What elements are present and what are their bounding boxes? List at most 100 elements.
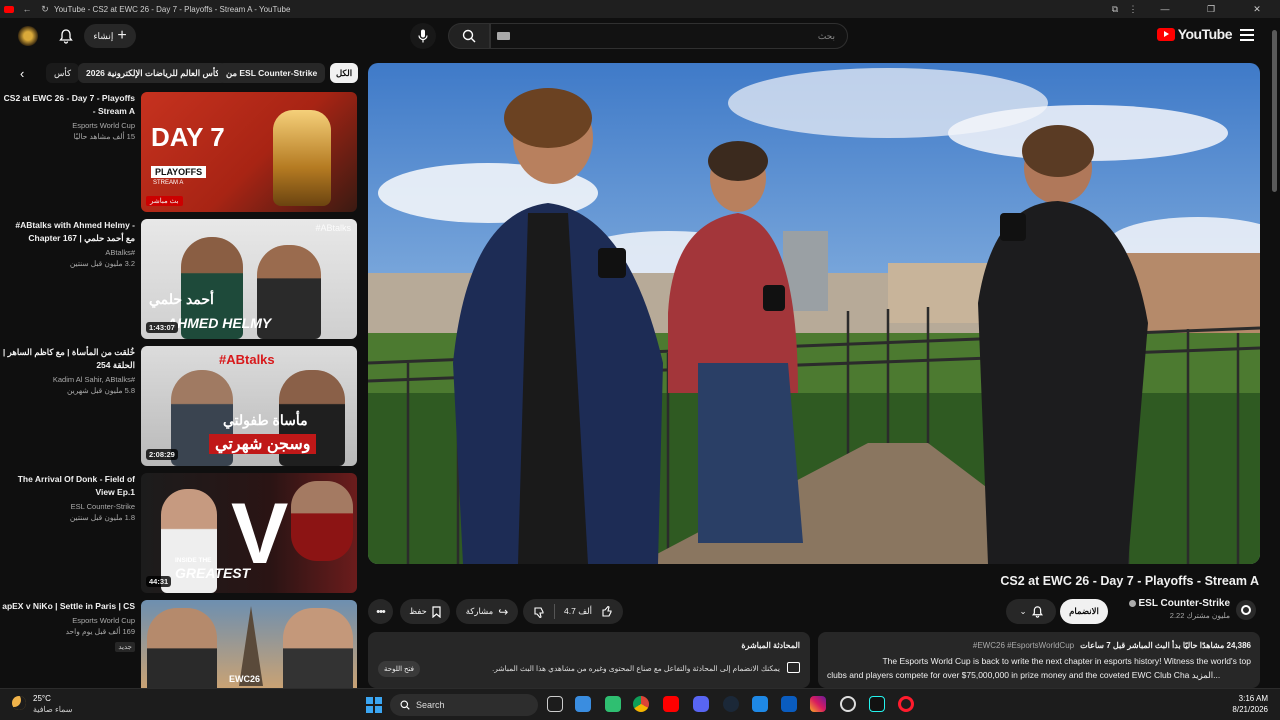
channel-name[interactable]: ABtalks# xyxy=(1,248,135,257)
chip-all[interactable]: الكل xyxy=(330,63,359,83)
reload-icon[interactable]: ↻ xyxy=(36,4,54,15)
close-button[interactable]: ✕ xyxy=(1234,4,1280,15)
duration-badge: 2:08:29 xyxy=(146,449,178,460)
video-title[interactable]: #ABtalks with Ahmed Helmy - Chapter 167 … xyxy=(1,219,135,245)
create-button[interactable]: إنشاء + xyxy=(84,24,136,48)
person-left xyxy=(147,608,217,688)
open-panel-label: فتح اللوحة xyxy=(384,666,415,673)
task-view-icon[interactable] xyxy=(547,696,563,712)
back-icon[interactable]: ← xyxy=(18,4,36,14)
tiktok-icon[interactable] xyxy=(869,696,885,712)
search-input[interactable]: بحث xyxy=(490,23,848,49)
chip-prev-button[interactable]: ‹ xyxy=(20,66,24,81)
chip-ewc[interactable]: كأس العالم للرياضات الإلكترونية 2026 xyxy=(78,63,228,83)
channel-name[interactable]: Kadim Al Sahir, ABtalks# xyxy=(1,375,135,384)
video-title-main: CS2 at EWC 26 - Day 7 - Playoffs - Strea… xyxy=(1000,574,1259,588)
live-chat-title: المحادثة المباشرة xyxy=(741,641,800,650)
like-icon[interactable] xyxy=(601,605,613,618)
logo-text: YouTube xyxy=(1177,26,1233,42)
more-actions-button[interactable]: ••• xyxy=(368,599,393,624)
create-label: إنشاء xyxy=(93,30,114,41)
list-item[interactable]: خُلقت من المأساة | مع كاظم الساهر | الحل… xyxy=(0,346,360,466)
guide-menu-button[interactable] xyxy=(1240,29,1254,41)
list-item[interactable]: The Arrival Of Donk - Field of View Ep.1… xyxy=(0,473,360,593)
search-button[interactable] xyxy=(448,23,490,49)
notifications-button[interactable] xyxy=(56,26,76,46)
person-right xyxy=(283,608,353,688)
menu-icon[interactable]: ⋮ xyxy=(1124,4,1142,15)
app-green-icon[interactable] xyxy=(605,696,621,712)
youtube-app-icon[interactable] xyxy=(663,696,679,712)
video-title[interactable]: apEX v NiKo | Settle in Paris | CS xyxy=(1,600,135,613)
taskbar-search-box[interactable]: Search xyxy=(390,694,538,716)
keyboard-icon[interactable] xyxy=(497,32,510,40)
view-count: 15 ألف مشاهد حاليًا xyxy=(73,132,135,141)
maximize-button[interactable]: ❐ xyxy=(1188,4,1234,15)
video-thumbnail[interactable]: #ABtalks مأساة طفولتي وسجن شهرتي 2:08:29 xyxy=(141,346,357,466)
channel-name[interactable]: ESL Counter-Strike xyxy=(1,502,135,511)
youtube-logo[interactable]: YouTube xyxy=(1156,26,1233,42)
discord-icon[interactable] xyxy=(693,696,709,712)
chip-partial[interactable]: كأس xyxy=(46,63,80,83)
channel-name[interactable]: ESL Counter-Strike xyxy=(1128,598,1230,609)
channel-avatar[interactable] xyxy=(1236,600,1256,620)
open-panel-button[interactable]: فتح اللوحة xyxy=(378,661,421,677)
thumb-text: AHMED HELMY xyxy=(167,315,272,331)
clock-time[interactable]: 3:16 AM xyxy=(1239,694,1268,703)
steam-icon[interactable] xyxy=(723,696,739,712)
opera-icon[interactable] xyxy=(898,696,914,712)
thumb-text: INSIDE THE xyxy=(175,557,212,564)
join-button[interactable]: الانضمام xyxy=(1060,599,1108,624)
share-button[interactable]: مشاركة ↪ xyxy=(456,599,518,624)
app-dark-blue-icon[interactable] xyxy=(781,696,797,712)
video-player[interactable] xyxy=(368,63,1260,564)
channel-info: ESL Counter-Strike 2.22 مليون مشترك xyxy=(1128,598,1230,620)
list-item[interactable]: CS2 at EWC 26 - Day 7 - Playoffs - Strea… xyxy=(0,92,360,212)
windows-start-icon[interactable] xyxy=(366,697,382,713)
bell-icon xyxy=(59,28,73,44)
live-chat-text: يمكنك الانضمام إلى المحادثة والتفاعل مع … xyxy=(492,664,780,673)
obs-icon[interactable] xyxy=(840,696,856,712)
duration-badge: 1:43:07 xyxy=(146,322,178,333)
bell-icon xyxy=(1031,605,1043,618)
hashtags[interactable]: #EWC26 #EsportsWorldCup xyxy=(973,641,1074,650)
minimize-button[interactable]: — xyxy=(1142,4,1188,14)
video-title[interactable]: CS2 at EWC 26 - Day 7 - Playoffs - Strea… xyxy=(1,92,135,118)
search-icon xyxy=(462,29,476,43)
store-icon[interactable] xyxy=(575,696,591,712)
thumb-text: EWC26 xyxy=(229,674,261,684)
channel-name[interactable]: Esports World Cup xyxy=(1,121,135,130)
description-panel[interactable]: 24,386 مشاهدًا حاليًا بدأ البث المباشر ق… xyxy=(818,632,1260,688)
chrome-icon[interactable] xyxy=(633,696,649,712)
view-count: 5.8 مليون قبل شهرين xyxy=(66,386,135,395)
voice-search-button[interactable] xyxy=(410,23,436,49)
list-item[interactable]: apEX v NiKo | Settle in Paris | CS Espor… xyxy=(0,600,360,688)
list-item[interactable]: #ABtalks with Ahmed Helmy - Chapter 167 … xyxy=(0,219,360,339)
description-line-2: ...المزيد clubs and players compete for … xyxy=(827,670,1221,680)
chip-from-channel[interactable]: من ESL Counter-Strike xyxy=(218,63,326,83)
person-right xyxy=(291,481,353,561)
app-blue-icon[interactable] xyxy=(752,696,768,712)
channel-name[interactable]: Esports World Cup xyxy=(1,616,135,625)
account-avatar[interactable] xyxy=(18,26,38,46)
video-title[interactable]: خُلقت من المأساة | مع كاظم الساهر | الحل… xyxy=(1,346,135,372)
video-thumbnail[interactable]: DAY 7 PLAYOFFS STREAM A بث مباشر xyxy=(141,92,357,212)
clock-date[interactable]: 8/21/2026 xyxy=(1232,705,1268,714)
like-count[interactable]: 4.7 ألف xyxy=(564,606,592,617)
subscribe-button[interactable]: ⌄ xyxy=(1006,599,1056,624)
youtube-favicon-icon xyxy=(4,5,14,13)
video-title[interactable]: The Arrival Of Donk - Field of View Ep.1 xyxy=(1,473,135,499)
chat-icon xyxy=(787,662,800,673)
save-button[interactable]: حفظ xyxy=(400,599,450,624)
dislike-icon[interactable] xyxy=(533,606,545,618)
video-thumbnail[interactable]: V INSIDE THE GREATEST 44:31 xyxy=(141,473,357,593)
search-icon xyxy=(400,700,410,710)
video-thumbnail[interactable]: EWC26 xyxy=(141,600,357,688)
extensions-icon[interactable]: ⧉ xyxy=(1106,4,1124,15)
instagram-icon[interactable] xyxy=(810,696,826,712)
description-line-1: The Esports World Cup is back to write t… xyxy=(882,656,1251,666)
subscriber-count: 2.22 مليون مشترك xyxy=(1169,611,1230,620)
page-scrollbar[interactable] xyxy=(1272,30,1277,192)
save-label: حفظ xyxy=(409,606,427,616)
video-thumbnail[interactable]: #ABtalks أحمد حلمي AHMED HELMY 1:43:07 xyxy=(141,219,357,339)
